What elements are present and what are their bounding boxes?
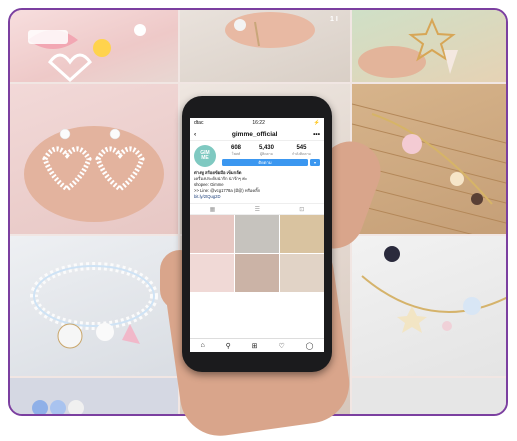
photo-tile-smile-brooch (10, 10, 178, 82)
bio-link[interactable]: bit.ly/2tQug2D (194, 194, 320, 200)
profile-stats: 608 โพสต์ 5,430 ผู้ติดตาม 545 กำลังติดตา… (222, 145, 320, 167)
moon-bracelet-illustration (361, 246, 506, 333)
time-label: 16:22 (252, 120, 265, 126)
post-thumbnail[interactable] (280, 215, 324, 253)
pearl-bracelet-illustration (30, 262, 158, 349)
list-icon[interactable]: ☰ (255, 206, 260, 213)
photo-tile-bottom-right (352, 378, 506, 414)
grid-icon[interactable]: ▦ (210, 206, 216, 213)
post-thumbnail[interactable] (235, 215, 279, 253)
followers-label: ผู้ติดตาม (259, 152, 274, 156)
post-thumbnail[interactable] (235, 254, 279, 292)
post-thumbnail[interactable] (190, 215, 234, 253)
photo-tile-bottom-left (10, 378, 178, 414)
add-icon[interactable]: ⊞ (252, 342, 258, 350)
posts-stat[interactable]: 608 โพสต์ (231, 145, 241, 157)
carrier-label: dtac (194, 120, 204, 126)
bio: ต่างหู สร้อยข้อมือ เข็มกลัด เครื่องประดั… (190, 169, 324, 201)
heart-icon[interactable]: ♡ (278, 342, 284, 350)
phone-screen: dtac 16:22 ⚡ ‹ gimme_official ••• GIM ME… (190, 118, 324, 352)
status-bar: dtac 16:22 ⚡ (190, 118, 324, 128)
following-stat[interactable]: 545 กำลังติดตาม (292, 145, 311, 157)
beads-illustration (32, 400, 84, 414)
followers-stat[interactable]: 5,430 ผู้ติดตาม (259, 145, 274, 157)
avatar[interactable]: GIM ME (194, 145, 216, 167)
post-grid (190, 215, 324, 292)
smartphone: dtac 16:22 ⚡ ‹ gimme_official ••• GIM ME… (182, 96, 332, 372)
profile-tabs: ▦ ☰ ⊡ (190, 203, 324, 215)
photo-tile-pearl-bracelet (10, 236, 178, 376)
username: gimme_official (231, 130, 278, 138)
smile-brooch-illustration (28, 24, 146, 82)
bottom-nav: ⌂ ⚲ ⊞ ♡ ◯ (190, 338, 324, 352)
tagged-icon[interactable]: ⊡ (299, 206, 304, 213)
photo-tile-moon-bracelet (352, 236, 506, 376)
back-icon[interactable]: ‹ (194, 131, 196, 138)
more-button[interactable]: ▾ (310, 159, 320, 166)
tile-caption: 1 I (330, 16, 338, 23)
pearl-earrings-illustration (24, 126, 164, 222)
photo-tile-star-earrings (352, 10, 506, 82)
posts-label: โพสต์ (231, 152, 241, 156)
search-icon[interactable]: ⚲ (226, 342, 231, 350)
profile-icon[interactable]: ◯ (306, 342, 314, 350)
following-label: กำลังติดตาม (291, 152, 311, 156)
profile-summary: GIM ME 608 โพสต์ 5,430 ผู้ติดตาม 545 กำล… (190, 141, 324, 169)
star-earrings-illustration (358, 17, 458, 78)
post-thumbnail[interactable] (280, 254, 324, 292)
follow-button[interactable]: ติดตาม (222, 159, 308, 166)
photo-tile-fingers (180, 10, 350, 82)
home-icon[interactable]: ⌂ (200, 342, 204, 349)
photo-tile-pearl-heart-earrings (10, 84, 178, 234)
profile-header: ‹ gimme_official ••• (190, 128, 324, 141)
options-icon[interactable]: ••• (313, 131, 320, 138)
post-thumbnail[interactable] (190, 254, 234, 292)
battery-icon: ⚡ (313, 120, 320, 126)
image-frame: 1 I dtac 16:22 ⚡ ‹ gimme_official ••• GI… (0, 0, 517, 441)
fingers-illustration (225, 12, 315, 48)
